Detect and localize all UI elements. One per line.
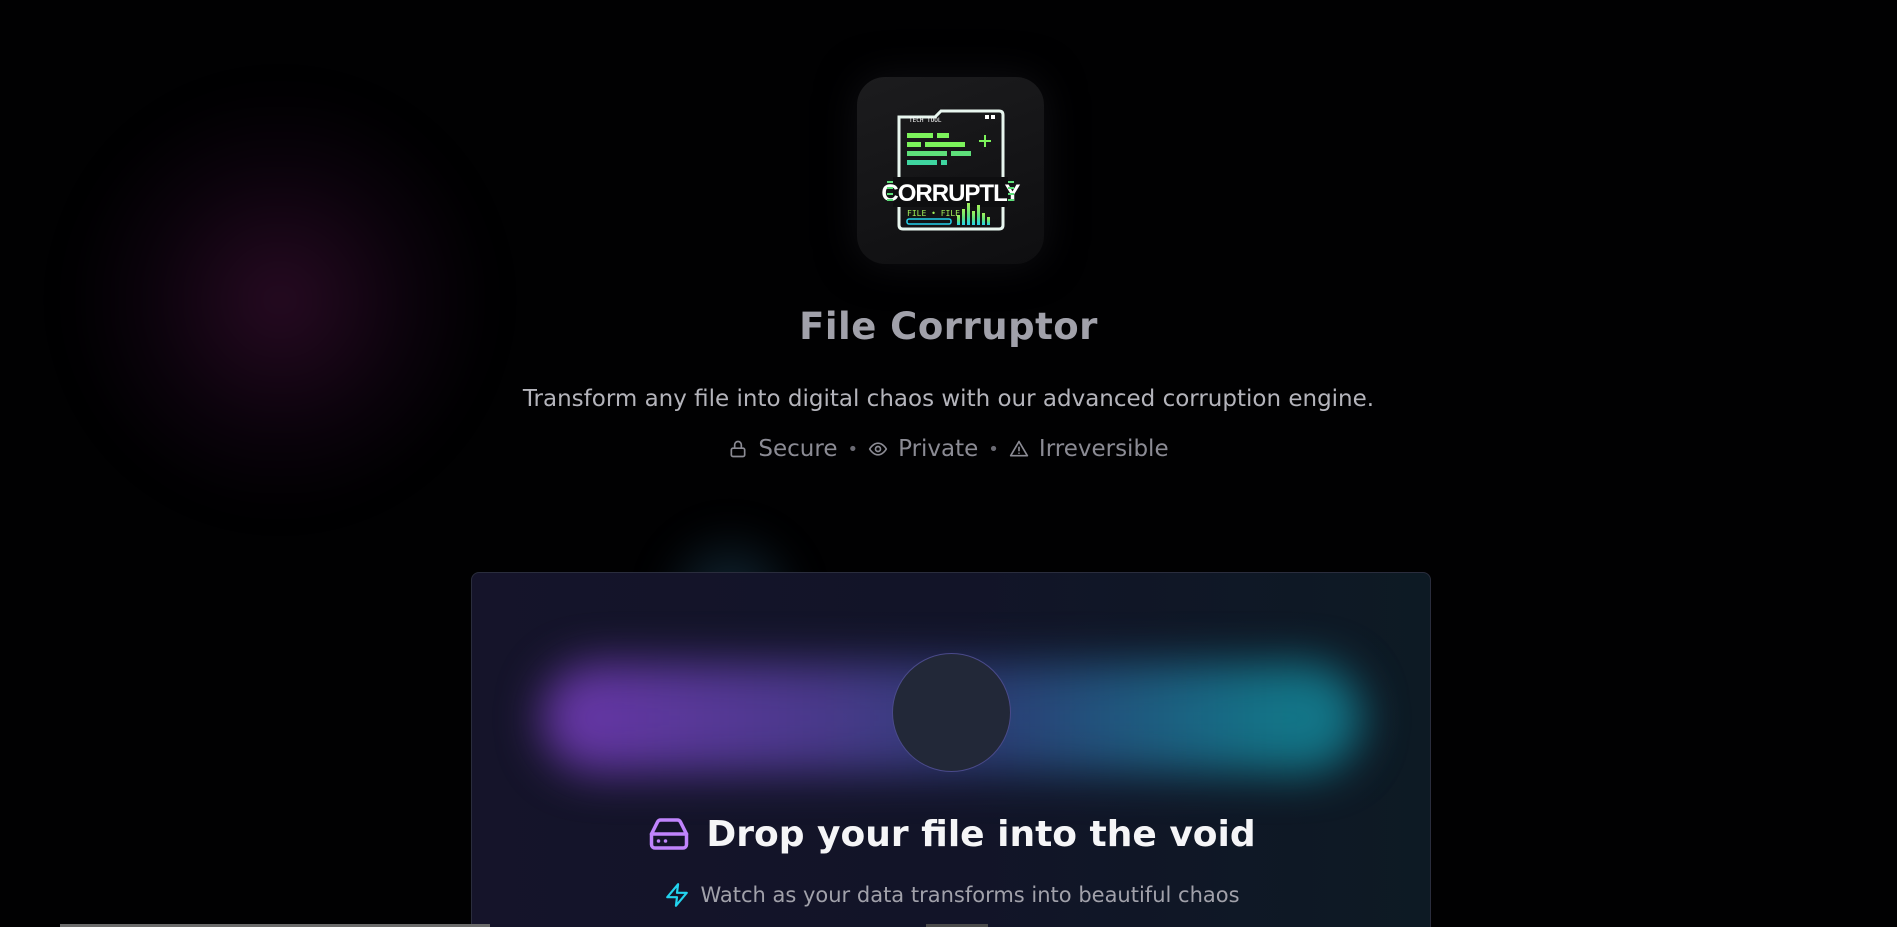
eye-icon (868, 442, 888, 456)
file-dropzone[interactable]: Drop your file into the void Watch as yo… (471, 572, 1431, 927)
lock-icon (730, 440, 746, 458)
feature-label: Irreversible (1038, 436, 1169, 462)
corruptly-logo-icon: TECH TOOL CORRUPTLY FILE • FILE (881, 109, 1022, 231)
page-title: File Corruptor (799, 305, 1098, 348)
feature-irreversible: Irreversible (1009, 436, 1169, 462)
feature-private: Private (868, 436, 978, 462)
separator-dot: • (847, 438, 859, 460)
svg-text:CORRUPTLY: CORRUPTLY (881, 180, 1020, 207)
page-subtitle: Transform any file into digital chaos wi… (522, 386, 1375, 412)
dropzone-subtitle: Watch as your data transforms into beaut… (472, 882, 1430, 908)
feature-badges: Secure • Private • Irreversible (0, 436, 1897, 462)
separator-dot: • (988, 438, 999, 460)
hard-drive-icon (650, 818, 689, 850)
warning-icon (1009, 440, 1029, 457)
lightning-icon (666, 883, 689, 907)
dropzone-subtitle-text: Watch as your data transforms into beaut… (700, 883, 1240, 907)
dropzone-orb[interactable] (892, 653, 1011, 772)
svg-text:FILE • FILE: FILE • FILE (907, 209, 960, 218)
page: TECH TOOL CORRUPTLY FILE • FILE File Cor… (0, 0, 1897, 927)
dropzone-title-text: Drop your file into the void (706, 813, 1256, 855)
dropzone-title: Drop your file into the void (472, 813, 1430, 855)
svg-text:TECH TOOL: TECH TOOL (909, 117, 942, 124)
feature-label: Private (898, 436, 979, 462)
app-logo: TECH TOOL CORRUPTLY FILE • FILE (857, 77, 1044, 264)
feature-label: Secure (758, 436, 838, 462)
feature-secure: Secure (728, 436, 837, 462)
